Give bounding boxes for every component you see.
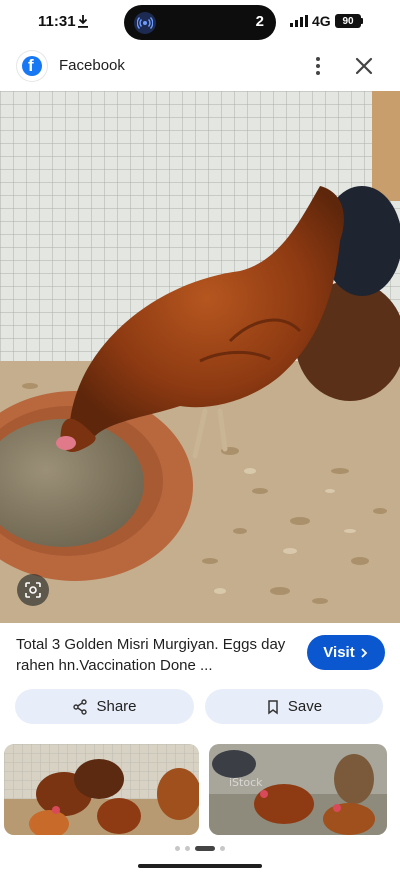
hen-photo	[0, 91, 400, 623]
pager-dot-active	[195, 845, 215, 851]
related-image-2[interactable]: iStock	[209, 744, 387, 835]
pager-dot	[220, 845, 225, 851]
save-button[interactable]: Save	[205, 689, 383, 724]
notification-count: 2	[255, 13, 264, 30]
battery-icon: 90	[335, 14, 361, 28]
download-icon	[78, 15, 88, 28]
pager-dot	[175, 845, 180, 851]
battery-tip	[361, 18, 363, 24]
chevron-right-icon	[361, 647, 367, 658]
more-vert-icon[interactable]	[308, 54, 328, 78]
signal-icon	[290, 15, 308, 27]
share-icon	[73, 698, 88, 715]
clock-time: 11:31	[38, 13, 76, 30]
share-label: Share	[96, 698, 137, 715]
gesture-bar[interactable]	[138, 864, 262, 868]
related-image-1[interactable]	[4, 744, 199, 835]
visit-button[interactable]: Visit	[307, 635, 385, 670]
carousel-pager	[0, 843, 400, 853]
source-name[interactable]: Facebook	[59, 57, 125, 74]
share-button[interactable]: Share	[15, 689, 194, 724]
pager-dot	[185, 845, 190, 851]
status-bar: 11:31 2 4G 90	[0, 0, 400, 42]
istock-watermark: iStock	[229, 776, 263, 789]
radio-broadcast-icon	[134, 12, 156, 34]
close-icon[interactable]	[353, 55, 375, 77]
result-image[interactable]	[0, 91, 400, 623]
visit-label: Visit	[323, 644, 355, 661]
battery-level: 90	[342, 15, 354, 27]
bookmark-icon	[268, 699, 278, 714]
source-header: f Facebook	[0, 42, 400, 90]
google-lens-icon[interactable]	[17, 574, 49, 606]
network-type: 4G	[312, 13, 331, 29]
dynamic-island-pill[interactable]: 2	[124, 5, 276, 40]
save-label: Save	[287, 698, 323, 715]
facebook-logo-icon: f	[17, 51, 47, 81]
result-caption[interactable]: Total 3 Golden Misri Murgiyan. Eggs day …	[16, 634, 292, 676]
